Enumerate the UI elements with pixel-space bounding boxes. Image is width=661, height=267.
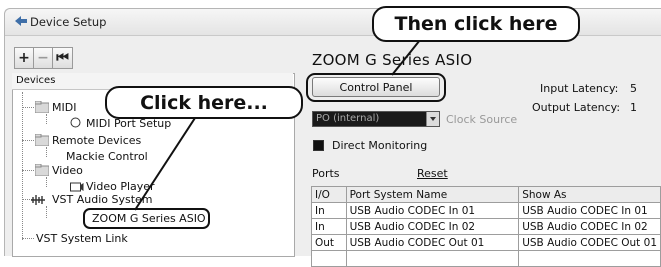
video-player-icon [70, 182, 84, 192]
output-latency-label: Output Latency: [532, 101, 621, 114]
tree-line [46, 147, 47, 157]
tree-line [46, 206, 47, 218]
tree-line [22, 140, 34, 141]
control-panel-highlight [306, 73, 446, 102]
vst-audio-icon [31, 195, 45, 205]
row-io: Out [311, 234, 347, 251]
video-folder-icon [35, 164, 49, 176]
row-port-name: USB Audio CODEC In 01 [345, 202, 520, 219]
remote-devices-folder-icon [35, 134, 49, 146]
midi-folder-icon [35, 101, 49, 113]
tree-line [46, 114, 47, 124]
tree-line [22, 170, 34, 171]
tree-line [46, 177, 47, 187]
column-header-io[interactable]: I/O [311, 186, 347, 203]
device-setup-icon [15, 16, 27, 26]
click-here-callout: Click here... [105, 86, 303, 119]
tree-item-vst-system-link[interactable]: VST System Link [36, 232, 128, 245]
table-row[interactable]: Out USB Audio CODEC Out 01 USB Audio COD… [311, 234, 661, 251]
ports-label: Ports [312, 167, 340, 180]
remove-device-button[interactable]: − [34, 48, 53, 68]
device-toolbar: + − ⏮ [14, 47, 73, 69]
clock-source-label: Clock Source [446, 113, 518, 126]
row-show-as[interactable]: USB Audio CODEC Out 01 [518, 234, 661, 251]
output-latency-value: 1 [630, 101, 637, 114]
add-device-button[interactable]: + [15, 48, 34, 68]
direct-monitoring-label: Direct Monitoring [332, 139, 428, 152]
tree-line [22, 238, 34, 239]
tree-line [22, 92, 23, 240]
input-latency-label: Input Latency: [540, 82, 619, 95]
device-title: ZOOM G Series ASIO [312, 51, 473, 69]
tree-item-video[interactable]: Video [52, 164, 83, 177]
then-click-here-callout: Then click here [372, 6, 580, 42]
midi-port-icon [70, 117, 81, 128]
table-row [311, 250, 661, 267]
tree-item-vst-audio-system[interactable]: VST Audio System [52, 193, 153, 206]
table-row[interactable]: In USB Audio CODEC In 02 USB Audio CODEC… [311, 218, 661, 235]
row-show-as[interactable]: USB Audio CODEC In 02 [518, 218, 661, 235]
tree-item-remote-devices[interactable]: Remote Devices [52, 134, 141, 147]
input-latency-value: 5 [630, 82, 637, 95]
clock-source-value: PO (internal) [316, 113, 380, 124]
window-title: Device Setup [30, 15, 107, 29]
column-header-port-system-name[interactable]: Port System Name [345, 186, 520, 203]
clock-source-select[interactable]: PO (internal) [312, 111, 440, 127]
row-port-name: USB Audio CODEC Out 01 [345, 234, 520, 251]
row-port-name: USB Audio CODEC In 02 [345, 218, 520, 235]
reset-device-button[interactable]: ⏮ [53, 48, 72, 68]
chevron-down-icon[interactable] [426, 112, 439, 126]
tree-line [22, 107, 34, 108]
zoom-device-highlight [83, 208, 210, 229]
reset-link[interactable]: Reset [417, 167, 448, 180]
column-header-show-as[interactable]: Show As [518, 186, 661, 203]
table-header-row: I/O Port System Name Show As [311, 186, 661, 203]
tree-item-video-player[interactable]: Video Player [86, 180, 155, 193]
row-io: In [311, 218, 347, 235]
row-show-as[interactable]: USB Audio CODEC In 01 [518, 202, 661, 219]
devices-header-label: Devices [16, 75, 56, 86]
table-row[interactable]: In USB Audio CODEC In 01 USB Audio CODEC… [311, 202, 661, 219]
row-io: In [311, 202, 347, 219]
tree-item-midi[interactable]: MIDI [52, 101, 76, 114]
tree-item-mackie-control[interactable]: Mackie Control [66, 150, 148, 163]
direct-monitoring-checkbox[interactable] [313, 140, 324, 151]
